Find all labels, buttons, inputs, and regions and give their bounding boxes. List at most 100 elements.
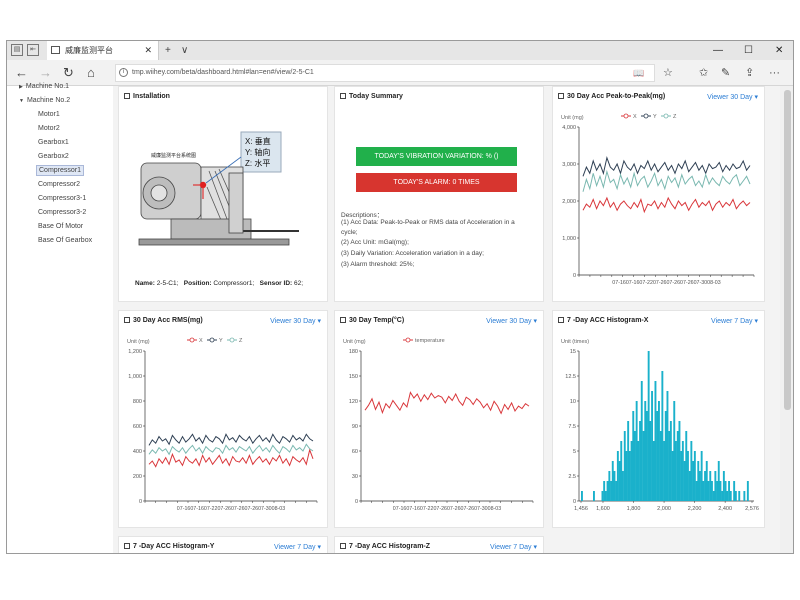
share-icon[interactable]: ⇪ xyxy=(745,64,754,82)
tab-close-icon[interactable]: ✕ xyxy=(144,41,152,60)
histogram-bar xyxy=(604,491,607,501)
summary-title: Today Summary xyxy=(349,93,403,100)
legend-entry: X xyxy=(633,114,637,120)
favorites-list-icon[interactable]: ✩ xyxy=(699,64,708,82)
histogram-bar xyxy=(616,451,619,501)
histogram-bar xyxy=(622,471,624,501)
tree-item-gearbox1[interactable]: Gearbox1 xyxy=(36,138,71,147)
series-line-y xyxy=(148,433,314,446)
histogram-bar xyxy=(625,451,628,501)
y-tick-label: 0 xyxy=(573,499,576,505)
tab-menu-icon[interactable]: ∨ xyxy=(181,41,188,60)
browser-window: ▤ ⇤ 威廉监测平台 ✕ + ∨ — ☐ ✕ ← → ↻ ⌂ i tmp.wii… xyxy=(6,40,794,554)
y-tick-label: 30 xyxy=(352,474,358,480)
tree-item-base-of-gearbox[interactable]: Base Of Gearbox xyxy=(36,236,94,245)
tab-preview-icon[interactable]: ▤ xyxy=(11,44,23,56)
series-line-z xyxy=(582,169,751,192)
favorite-star-icon[interactable]: ☆ xyxy=(663,64,673,82)
collapse-icon[interactable] xyxy=(558,93,564,99)
collapse-icon[interactable] xyxy=(340,543,346,549)
tab-active[interactable]: 威廉监测平台 ✕ xyxy=(47,41,159,60)
histogram-bar xyxy=(712,491,715,501)
collapse-icon[interactable] xyxy=(124,543,130,549)
chart-svg: Unit (times) 15 12.5 10 7.5 5 2.5 01,456 1,600 1,… xyxy=(561,339,759,512)
histogram-bar xyxy=(647,351,650,501)
page-scrollbar[interactable] xyxy=(780,86,793,553)
series-line-x xyxy=(148,448,314,468)
histogram-bar xyxy=(646,411,648,501)
viewer-dropdown[interactable]: Viewer 30 Day ▾ xyxy=(707,93,758,101)
legend-marker xyxy=(623,113,629,119)
scroll-thumb[interactable] xyxy=(784,90,791,410)
viewer-label: Viewer 7 Day xyxy=(274,544,316,551)
set-aside-tabs-icon[interactable]: ⇤ xyxy=(27,44,39,56)
panel-title: 7 -Day ACC Histogram-Z xyxy=(340,543,430,550)
url-field[interactable]: i tmp.wiihey.com/beta/dashboard.html#lan… xyxy=(115,64,655,82)
series-line-z xyxy=(148,443,314,456)
chart-svg: Unit (mg) temperature 180 150 120 90 60 30 0 07-1… xyxy=(343,337,534,512)
histogram-bar xyxy=(656,411,659,501)
collapse-icon[interactable] xyxy=(340,317,346,323)
y-tick-label: 0 xyxy=(139,499,142,505)
caret-right-icon: ▶ xyxy=(19,84,23,90)
tree-item-compressor3-1[interactable]: Compressor3-1 xyxy=(36,194,88,203)
new-tab-button[interactable]: + xyxy=(165,41,171,60)
legend-entry: Y xyxy=(219,338,223,344)
panel-title: 30 Day Acc Peak-to-Peak(mg) xyxy=(558,93,665,100)
more-menu-icon[interactable]: ··· xyxy=(769,64,780,82)
tree-item-compressor1[interactable]: Compressor1 xyxy=(36,165,85,176)
sensor-id-value: 62; xyxy=(294,280,304,287)
viewer-dropdown[interactable]: Viewer 30 Day ▾ xyxy=(270,317,321,325)
alarm-count-button[interactable]: TODAY'S ALARM: 0 TIMES xyxy=(356,173,517,192)
tree-item-motor2[interactable]: Motor2 xyxy=(36,124,62,133)
y-tick-label: 90 xyxy=(352,424,358,430)
x-tick-label: 2,000 xyxy=(657,506,671,512)
y-tick-label: 0 xyxy=(355,499,358,505)
maximize-button[interactable]: ☐ xyxy=(744,41,753,60)
series-line-x xyxy=(582,196,751,214)
histogram-bar xyxy=(707,481,710,501)
histogram-bar xyxy=(678,421,681,501)
description-line: (2) Acc Unit: mGal(mg); xyxy=(341,239,409,246)
collapse-icon[interactable] xyxy=(124,317,130,323)
address-bar-row: ← → ↻ ⌂ i tmp.wiihey.com/beta/dashboard.… xyxy=(7,60,793,86)
viewer-dropdown[interactable]: Viewer 7 Day ▾ xyxy=(711,317,758,325)
tree-item-motor1[interactable]: Motor1 xyxy=(36,110,62,119)
close-window-button[interactable]: ✕ xyxy=(775,41,783,60)
y-tick-label: 2.5 xyxy=(568,474,576,480)
viewer-dropdown[interactable]: Viewer 7 Day ▾ xyxy=(274,543,321,551)
tree-item-compressor3-2[interactable]: Compressor3-2 xyxy=(36,208,88,217)
tree-item-gearbox2[interactable]: Gearbox2 xyxy=(36,152,71,161)
web-notes-icon[interactable]: ✎ xyxy=(721,64,730,82)
minimize-button[interactable]: — xyxy=(713,41,723,60)
reading-view-icon[interactable]: 📖 xyxy=(633,64,644,82)
forward-icon[interactable]: → xyxy=(39,63,52,83)
axis-x-label: X: 垂直 xyxy=(245,136,271,146)
histogram-bar xyxy=(716,481,719,501)
histogram-bar xyxy=(676,431,679,501)
legend-marker xyxy=(405,337,411,343)
viewer-dropdown[interactable]: Viewer 7 Day ▾ xyxy=(490,543,537,551)
back-icon[interactable]: ← xyxy=(15,63,28,83)
machine-no1[interactable]: ▶ Machine No.1 xyxy=(19,83,69,90)
collapse-icon[interactable] xyxy=(340,93,346,99)
histogram-bar xyxy=(668,431,671,501)
tree-item-compressor2[interactable]: Compressor2 xyxy=(36,180,82,189)
y-tick-label: 1,000 xyxy=(128,374,142,380)
histogram-z-panel: 7 -Day ACC Histogram-Z Viewer 7 Day ▾ xyxy=(334,536,544,553)
refresh-icon[interactable]: ↻ xyxy=(63,63,74,83)
viewer-dropdown[interactable]: Viewer 30 Day ▾ xyxy=(486,317,537,325)
machine-no2[interactable]: ▼ Machine No.2 xyxy=(19,97,70,104)
home-icon[interactable]: ⌂ xyxy=(87,63,95,83)
y-tick-label: 150 xyxy=(349,374,358,380)
collapse-icon[interactable] xyxy=(558,317,564,323)
histogram-bar xyxy=(635,401,638,501)
tree-item-base-of-motor[interactable]: Base Of Motor xyxy=(36,222,85,231)
caret-down-icon: ▾ xyxy=(754,318,758,325)
histogram-bar xyxy=(702,481,705,501)
histogram-bar xyxy=(603,481,606,501)
vibration-variation-button[interactable]: TODAY'S VIBRATION VARIATION: % () xyxy=(356,147,517,166)
site-info-icon[interactable]: i xyxy=(119,68,128,77)
collapse-icon[interactable] xyxy=(124,93,130,99)
panel-title: Installation xyxy=(124,93,170,100)
